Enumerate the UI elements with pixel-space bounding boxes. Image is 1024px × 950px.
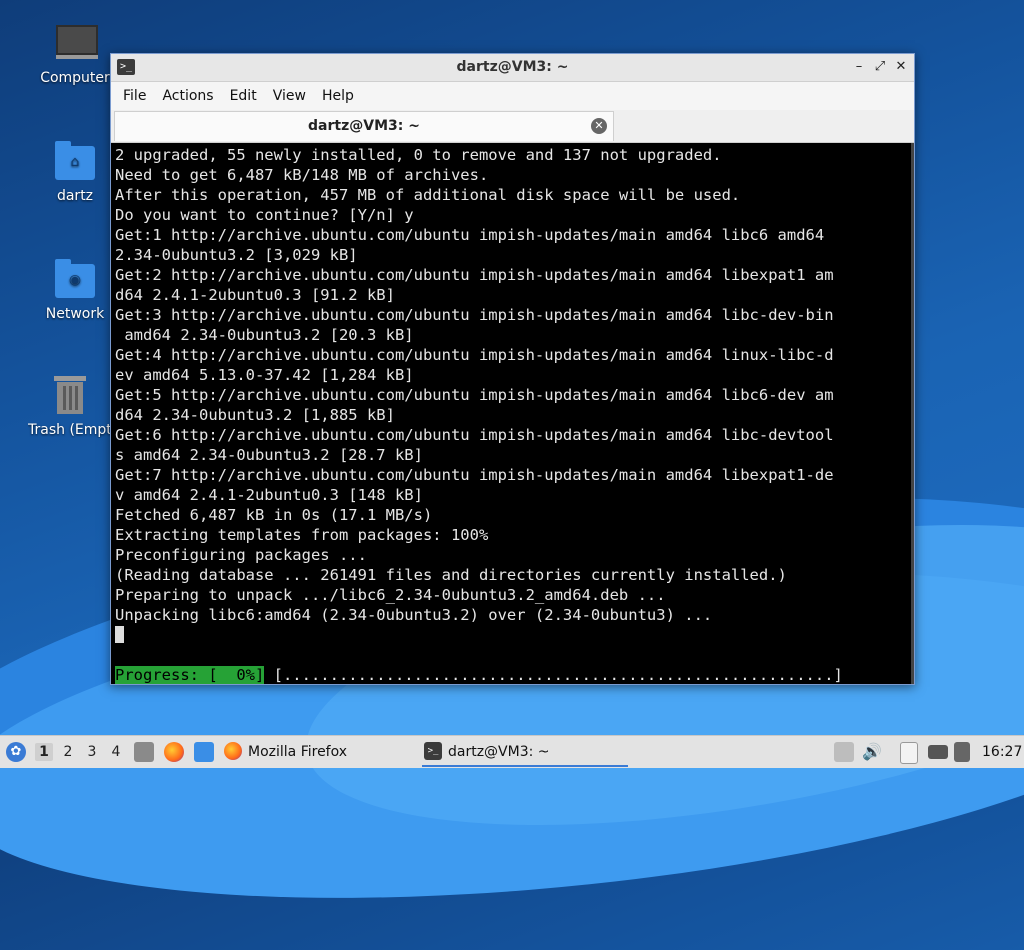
terminal-line: Fetched 6,487 kB in 0s (17.1 MB/s) <box>115 506 433 524</box>
terminal-line: Get:5 http://archive.ubuntu.com/ubuntu i… <box>115 386 834 404</box>
firefox-icon <box>224 742 242 760</box>
tab-bar: dartz@VM3: ~ ✕ <box>111 110 914 143</box>
terminal-output[interactable]: 2 upgraded, 55 newly installed, 0 to rem… <box>111 143 911 684</box>
window-titlebar[interactable]: >_ dartz@VM3: ~ – ⤢ ✕ <box>111 54 914 82</box>
task-terminal[interactable]: >_ dartz@VM3: ~ <box>422 739 628 767</box>
trash-icon <box>48 374 92 416</box>
menu-bar: File Actions Edit View Help <box>111 82 914 110</box>
terminal-scrollbar[interactable] <box>911 143 914 684</box>
terminal-line: d64 2.4.1-2ubuntu0.3 [91.2 kB] <box>115 286 395 304</box>
menu-file[interactable]: File <box>115 88 154 104</box>
workspace-4[interactable]: 4 <box>107 743 125 761</box>
task-label: dartz@VM3: ~ <box>448 744 550 760</box>
clock[interactable]: 16:27 <box>982 736 1022 768</box>
menu-actions[interactable]: Actions <box>154 88 221 104</box>
terminal-line: amd64 2.34-0ubuntu3.2 [20.3 kB] <box>124 326 414 344</box>
workspace-2[interactable]: 2 <box>59 743 77 761</box>
terminal-line: Preparing to unpack .../libc6_2.34-0ubun… <box>115 586 666 604</box>
menu-help[interactable]: Help <box>314 88 362 104</box>
close-button[interactable]: ✕ <box>892 58 910 76</box>
task-firefox[interactable]: Mozilla Firefox <box>222 739 347 765</box>
task-label: Mozilla Firefox <box>248 744 348 760</box>
workspace-3[interactable]: 3 <box>83 743 101 761</box>
terminal-line: 2.34-0ubuntu3.2 [3,029 kB] <box>115 246 358 264</box>
firefox-launcher-icon[interactable] <box>164 742 184 762</box>
terminal-line: Get:1 http://archive.ubuntu.com/ubuntu i… <box>115 226 825 244</box>
terminal-line: (Reading database ... 261491 files and d… <box>115 566 787 584</box>
folder-launcher-icon[interactable] <box>194 742 214 762</box>
terminal-line: Get:3 http://archive.ubuntu.com/ubuntu i… <box>115 306 834 324</box>
terminal-icon: >_ <box>424 742 442 760</box>
tab-label: dartz@VM3: ~ <box>308 118 420 134</box>
tab-close-icon[interactable]: ✕ <box>591 118 607 134</box>
clipboard-icon[interactable] <box>900 742 918 764</box>
terminal-line: s amd64 2.34-0ubuntu3.2 [28.7 kB] <box>115 446 423 464</box>
terminal-line: 2 upgraded, 55 newly installed, 0 to rem… <box>115 146 722 164</box>
app-menu-icon[interactable]: ✿ <box>6 742 26 762</box>
terminal-line: Get:2 http://archive.ubuntu.com/ubuntu i… <box>115 266 834 284</box>
terminal-line: Preconfiguring packages ... <box>115 546 367 564</box>
terminal-line: Unpacking libc6:amd64 (2.34-0ubuntu3.2) … <box>115 606 713 624</box>
volume-icon[interactable]: 🔊 <box>862 736 882 768</box>
terminal-line: Extracting templates from packages: 100% <box>115 526 489 544</box>
terminal-line: After this operation, 457 MB of addition… <box>115 186 741 204</box>
computer-icon <box>53 22 98 64</box>
terminal-line: v amd64 2.4.1-2ubuntu0.3 [148 kB] <box>115 486 423 504</box>
network-icon[interactable] <box>928 745 948 759</box>
terminal-line: Need to get 6,487 kB/148 MB of archives. <box>115 166 489 184</box>
tab-terminal[interactable]: dartz@VM3: ~ ✕ <box>114 111 614 141</box>
terminal-line: Do you want to continue? [Y/n] y <box>115 206 414 224</box>
update-icon[interactable] <box>834 742 854 762</box>
terminal-cursor <box>115 626 124 643</box>
progress-label: Progress: [ 0%] <box>115 666 265 684</box>
workspace-1[interactable]: 1 <box>35 743 53 761</box>
terminal-line: Get:6 http://archive.ubuntu.com/ubuntu i… <box>115 426 834 444</box>
home-folder-icon: ⌂ <box>53 140 97 182</box>
window-title: dartz@VM3: ~ <box>456 59 569 75</box>
minimize-button[interactable]: – <box>850 58 868 76</box>
terminal-text: 2 upgraded, 55 newly installed, 0 to rem… <box>111 143 911 684</box>
maximize-button[interactable]: ⤢ <box>871 58 889 76</box>
progress-bar: [.......................................… <box>264 666 843 684</box>
terminal-line: Get:7 http://archive.ubuntu.com/ubuntu i… <box>115 466 834 484</box>
terminal-line: d64 2.34-0ubuntu3.2 [1,885 kB] <box>115 406 395 424</box>
taskbar: ✿ 1 2 3 4 Mozilla Firefox >_ dartz@VM3: … <box>0 735 1024 768</box>
terminal-line: Get:4 http://archive.ubuntu.com/ubuntu i… <box>115 346 834 364</box>
terminal-window: >_ dartz@VM3: ~ – ⤢ ✕ File Actions Edit … <box>110 53 915 685</box>
menu-edit[interactable]: Edit <box>222 88 265 104</box>
file-manager-icon[interactable] <box>134 742 154 762</box>
notification-icon[interactable] <box>954 742 970 762</box>
network-folder-icon: ◉ <box>53 258 97 300</box>
menu-view[interactable]: View <box>265 88 314 104</box>
terminal-line: ev amd64 5.13.0-37.42 [1,284 kB] <box>115 366 414 384</box>
